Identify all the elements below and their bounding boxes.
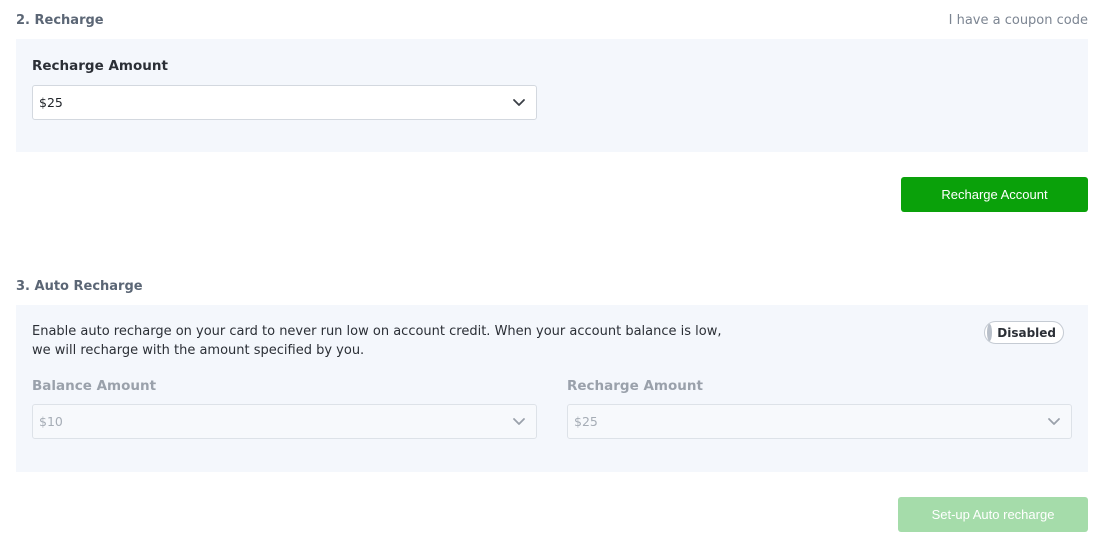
auto-recharge-amount-label: Recharge Amount <box>567 378 703 394</box>
recharge-section-title: 2. Recharge <box>16 13 104 28</box>
setup-auto-recharge-button[interactable]: Set-up Auto recharge <box>898 497 1088 532</box>
balance-amount-value: $10 <box>39 414 63 429</box>
auto-recharge-amount-select[interactable]: $25 <box>567 404 1072 439</box>
auto-recharge-section-title: 3. Auto Recharge <box>16 279 143 294</box>
recharge-amount-value: $25 <box>39 95 63 110</box>
auto-recharge-toggle[interactable]: Disabled <box>984 321 1064 344</box>
balance-amount-select[interactable]: $10 <box>32 404 537 439</box>
auto-recharge-panel: Enable auto recharge on your card to nev… <box>16 305 1088 472</box>
toggle-knob <box>987 324 993 341</box>
balance-amount-label: Balance Amount <box>32 378 157 394</box>
auto-recharge-amount-value: $25 <box>574 414 598 429</box>
toggle-status-label: Disabled <box>997 325 1056 340</box>
recharge-amount-label: Recharge Amount <box>32 58 168 74</box>
recharge-account-button[interactable]: Recharge Account <box>901 177 1088 212</box>
chevron-down-icon <box>513 98 525 106</box>
chevron-down-icon <box>513 417 525 425</box>
chevron-down-icon <box>1048 417 1060 425</box>
auto-recharge-description-line-1: Enable auto recharge on your card to nev… <box>32 324 722 339</box>
auto-recharge-description-line-2: we will recharge with the amount specifi… <box>32 343 365 358</box>
recharge-panel: Recharge Amount $25 <box>16 39 1088 152</box>
auto-recharge-description: Enable auto recharge on your card to nev… <box>32 322 752 360</box>
coupon-code-link[interactable]: I have a coupon code <box>949 13 1088 28</box>
recharge-amount-select[interactable]: $25 <box>32 85 537 120</box>
